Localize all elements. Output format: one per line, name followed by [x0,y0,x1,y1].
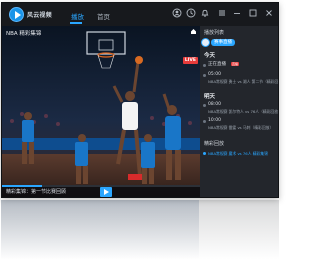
timeline-dot [203,104,206,107]
home-icon[interactable] [190,28,197,37]
window-reflection [1,200,279,270]
item-time: 10:00 [208,118,221,123]
channel-avatar [201,38,210,47]
section-label-replay: 精彩回放 [204,141,225,147]
app-brand: 风云视频 [27,12,52,19]
minimize-icon[interactable] [232,8,242,18]
progress-fill [2,185,42,187]
title-bar: 风云视频 播放 首页 [2,3,278,26]
category-tag[interactable]: 赛事直播 [211,39,235,46]
app-logo-icon [9,7,24,22]
item-title-live[interactable]: 正在直播 [208,61,226,67]
list-item[interactable]: NBA常规赛 勇士 vs 湖人 第二节（精彩回放） [208,79,278,85]
video-title: NBA 精彩集锦 [6,31,42,37]
playlist-panel: 播放列表 赛事直播 今天 正在直播 直播 05:00 NBA常规赛 勇士 vs … [200,26,278,197]
list-item[interactable]: NBA常规赛 雷霆 vs 马刺（精彩回放） [208,125,278,131]
video-player[interactable]: NBA 精彩集锦 LIVE 精彩集锦：第一节比赛回顾 [2,26,200,197]
item-time: 08:00 [208,102,221,107]
timeline-dot [203,120,206,123]
video-frame [2,26,200,197]
active-tab-indicator [70,22,82,24]
play-button[interactable] [100,187,112,197]
notification-icon[interactable] [200,8,210,18]
menu-icon[interactable] [217,8,227,18]
day-label-today: 今天 [204,53,216,59]
user-icon[interactable] [172,8,182,18]
timeline-dot-active [203,152,206,155]
playlist-header: 播放列表 [204,30,225,36]
app-window: 风云视频 播放 首页 NBA 精彩集锦 LIVE 精彩集锦：第一节比赛回顾 播放… [1,2,279,198]
settings-icon[interactable] [186,8,196,18]
video-reflection [1,200,199,260]
timeline-dot [203,74,206,77]
tab-home[interactable]: 首页 [97,11,110,21]
maximize-icon[interactable] [248,8,258,18]
list-item[interactable]: NBA常规赛 凯尔特人 vs 76人（精彩回放） [208,109,278,115]
day-label-tomorrow: 明天 [204,94,216,100]
player-control-bar: 精彩集锦：第一节比赛回顾 [2,185,200,197]
timeline-dot [203,64,206,67]
list-item-active[interactable]: NBA常规赛 魔术 vs 76人 精彩集锦 [208,151,278,157]
live-badge: LIVE [182,57,198,64]
close-icon[interactable] [264,8,274,18]
video-caption: 精彩集锦：第一节比赛回顾 [6,189,67,195]
live-small-badge: 直播 [231,62,240,66]
item-time: 05:00 [208,72,221,77]
tab-play[interactable]: 播放 [71,11,84,21]
